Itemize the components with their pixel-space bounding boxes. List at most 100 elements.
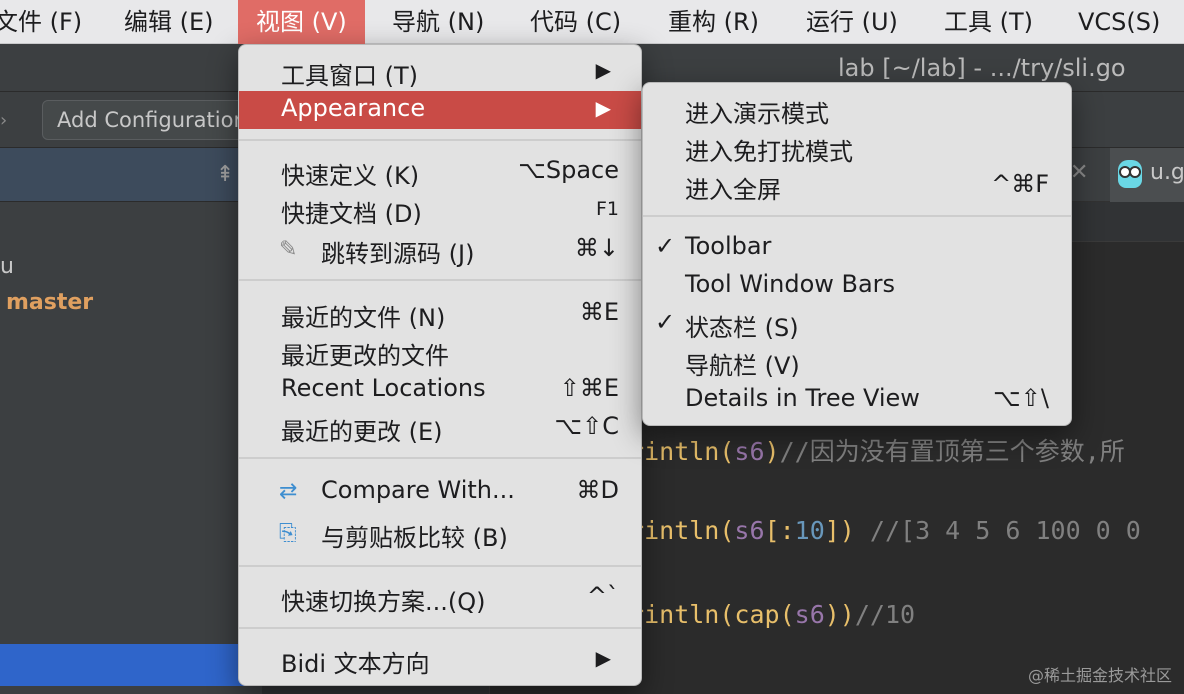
code-token: ( [719,437,735,466]
gopher-icon [1118,160,1142,188]
close-tab-icon[interactable]: ✕ [1070,160,1088,185]
project-tree: u master [0,202,262,694]
menu-item-label: 进入免打扰模式 [685,138,853,166]
menu-item-recently-changed-files[interactable]: 最近更改的文件 [239,333,641,371]
menu-item-shortcut: ⌘↓ [574,234,619,262]
code-comment: //[3 4 5 6 100 0 0 [854,516,1141,545]
menu-item-label: Bidi 文本方向 [281,650,430,678]
editor-tab[interactable]: u.go [1110,148,1184,202]
window-title: lab [~/lab] - .../try/sli.go [838,54,1126,82]
menu-vcs[interactable]: VCS(S) [1078,0,1160,44]
menu-item-label: 快速定义 (K) [281,162,420,190]
menu-edit[interactable]: 编辑 (E) [124,0,214,44]
menu-refactor[interactable]: 重构 (R) [668,0,759,44]
menu-item-details-in-tree-view[interactable]: Details in Tree View ⌥⇧\ [643,381,1071,419]
menu-item-label: Compare With... [321,476,515,504]
menu-item-shortcut: ⌥Space [518,156,619,184]
menu-code[interactable]: 代码 (C) [530,0,621,44]
pencil-icon: ✎ [279,237,298,262]
code-token: ) [764,437,780,466]
code-token: [: [764,516,795,545]
chevron-left-icon[interactable]: › [0,110,7,131]
menu-separator [239,139,641,141]
menu-item-recent-changes[interactable]: 最近的更改 (E) ⌥⇧C [239,409,641,447]
menu-item-toolbar[interactable]: ✓ Toolbar [643,229,1071,267]
macos-menu-bar: 文件 (F) 编辑 (E) 视图 (V) 导航 (N) 代码 (C) 重构 (R… [0,0,1184,44]
submenu-arrow-icon: ▶ [595,58,611,82]
menu-item-jump-to-source[interactable]: ✎ 跳转到源码 (J) ⌘↓ [239,231,641,269]
menu-item-label: Recent Locations [281,374,486,402]
menu-tools[interactable]: 工具 (T) [944,0,1033,44]
menu-item-bidi-text-direction[interactable]: Bidi 文本方向 ▶ [239,641,641,679]
menu-item-shortcut: ^` [586,582,619,610]
menu-item-shortcut: ^⌘F [991,170,1049,198]
menu-item-label: 快速切换方案...(Q) [281,588,486,616]
menu-separator [239,279,641,281]
view-menu: 工具窗口 (T) ▶ Appearance ▶ 快速定义 (K) ⌥Space … [238,44,642,686]
menu-item-compare-with[interactable]: ⇄ Compare With... ⌘D [239,473,641,511]
menu-item-shortcut: F1 [595,198,619,220]
menu-item-tool-windows[interactable]: 工具窗口 (T) ▶ [239,53,641,91]
menu-item-label: 最近更改的文件 [281,342,449,370]
menu-item-navigation-bar[interactable]: 导航栏 (V) [643,343,1071,381]
watermark: @稀土掘金技术社区 [1027,666,1172,685]
menu-item-status-bar[interactable]: ✓ 状态栏 (S) [643,305,1071,343]
menu-item-shortcut: ⌘E [579,298,619,326]
menu-item-compare-with-clipboard[interactable]: ⎘ 与剪贴板比较 (B) [239,515,641,553]
code-token: 10 [794,516,825,545]
menu-item-full-screen[interactable]: 进入全屏 ^⌘F [643,167,1071,205]
menu-item-recent-files[interactable]: 最近的文件 (N) ⌘E [239,295,641,333]
menu-separator [239,457,641,459]
menu-item-quick-definition[interactable]: 快速定义 (K) ⌥Space [239,153,641,191]
menu-run[interactable]: 运行 (U) [806,0,898,44]
menu-item-label: Tool Window Bars [685,270,896,298]
code-token: ( [719,600,735,629]
menu-item-shortcut: ⇧⌘E [559,374,619,402]
tree-selected-row[interactable] [0,644,262,686]
code-line: Println(cap(s6))//10 [614,600,915,629]
code-token: ]) [824,516,855,545]
menu-item-label: 跳转到源码 (J) [321,240,475,268]
menu-item-appearance[interactable]: Appearance ▶ [239,91,641,129]
menu-item-quick-switch-scheme[interactable]: 快速切换方案...(Q) ^` [239,579,641,617]
compare-icon: ⇄ [279,479,298,504]
submenu-arrow-icon: ▶ [595,96,611,120]
menu-item-label: 进入演示模式 [685,100,829,128]
menu-navigate[interactable]: 导航 (N) [392,0,484,44]
menu-view[interactable]: 视图 (V) [238,0,365,44]
menu-item-label: Toolbar [685,232,772,260]
menu-file[interactable]: 文件 (F) [0,0,82,44]
tree-item[interactable]: u [0,254,14,279]
menu-item-label: 快捷文档 (D) [281,200,422,228]
menu-item-quick-documentation[interactable]: 快捷文档 (D) F1 [239,191,641,229]
code-line: Println(s6[:10]) //[3 4 5 6 100 0 0 [614,516,1141,545]
menu-item-recent-locations[interactable]: Recent Locations ⇧⌘E [239,371,641,409]
menu-item-label: 导航栏 (V) [685,352,800,380]
submenu-arrow-icon: ▶ [595,646,611,670]
menu-item-label: 进入全屏 [685,176,781,204]
code-comment: //10 [854,600,916,629]
code-token: s6 [734,437,765,466]
code-token: ( [779,600,795,629]
project-panel-header: ⇞ [0,148,262,202]
checkmark-icon: ✓ [655,308,676,336]
menu-item-shortcut: ⌘D [576,476,619,504]
menu-item-label: Appearance [281,94,426,122]
menu-item-label: 与剪贴板比较 (B) [321,524,508,552]
collapse-all-icon[interactable]: ⇞ [216,162,234,187]
menu-item-presentation-mode[interactable]: 进入演示模式 [643,91,1071,129]
code-token: )) [824,600,855,629]
tab-label: u.go [1150,160,1184,185]
menu-item-shortcut: ⌥⇧C [554,412,619,440]
menu-item-label: 工具窗口 (T) [281,62,419,90]
menu-item-label: 状态栏 (S) [685,314,799,342]
code-token: s6 [794,600,825,629]
code-line: Println(s6)//因为没有置顶第三个参数,所 [614,432,1125,468]
menu-item-label: Details in Tree View [685,384,920,412]
menu-item-tool-window-bars[interactable]: Tool Window Bars [643,267,1071,305]
menu-item-distraction-free-mode[interactable]: 进入免打扰模式 [643,129,1071,167]
menu-item-label: 最近的更改 (E) [281,418,443,446]
code-comment: //因为没有置顶第三个参数,所 [779,437,1125,466]
menu-separator [643,215,1071,217]
menu-separator [239,627,641,629]
